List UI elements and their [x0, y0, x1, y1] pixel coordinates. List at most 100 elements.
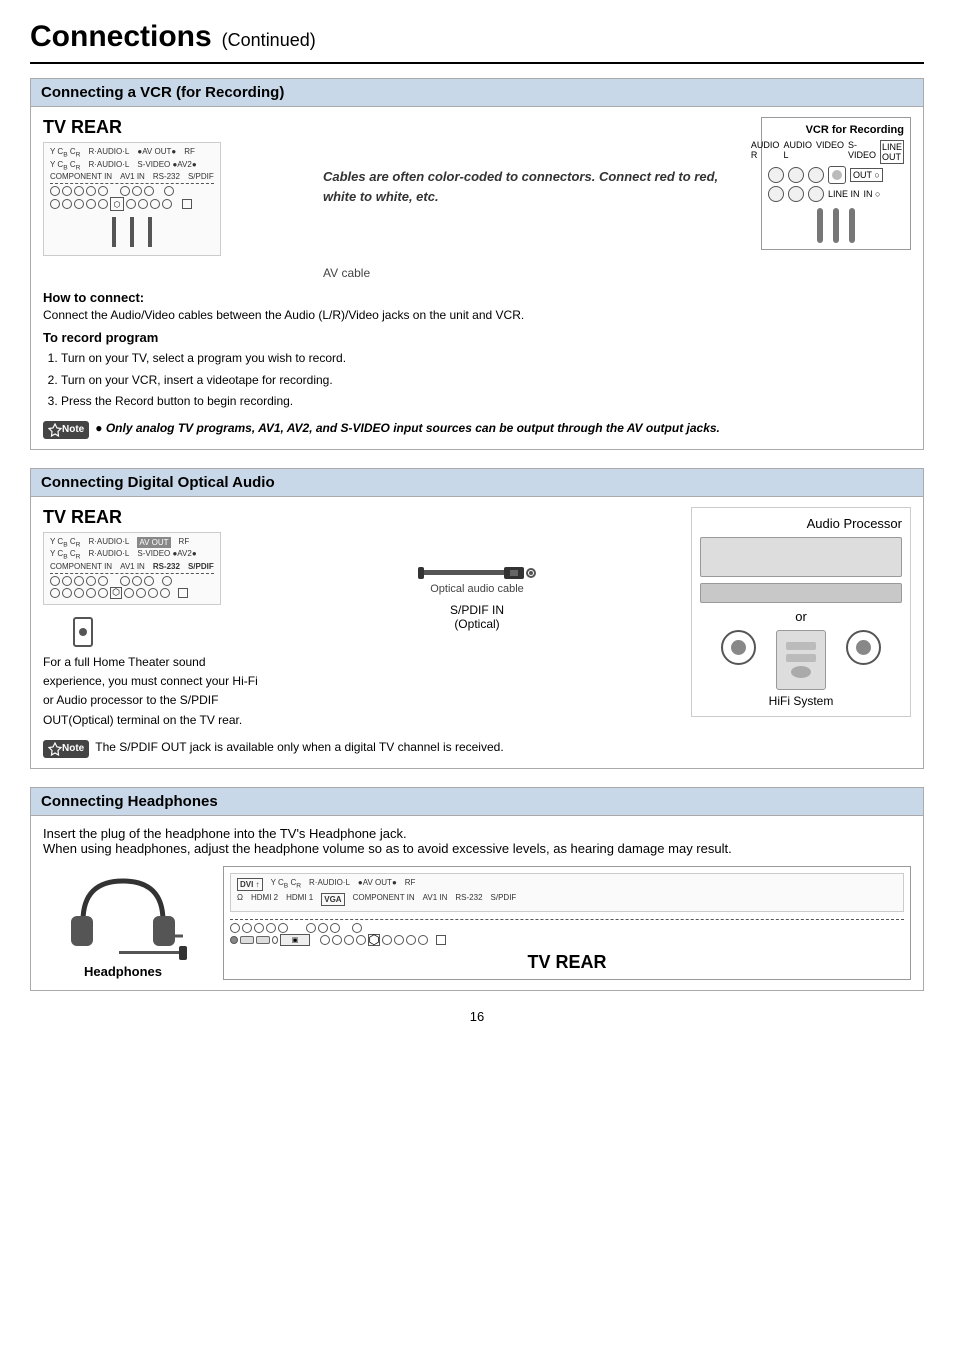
mini-connector	[320, 935, 330, 945]
mini-connector	[86, 576, 96, 586]
optical-diagram: TV REAR Y CB CR R·AUDIO·L AV OUT RF Y CB…	[43, 507, 911, 730]
mini-connector	[162, 576, 172, 586]
hifi-center-unit	[776, 630, 826, 690]
or-label: or	[700, 609, 902, 624]
color-code-text: Cables are often color-coded to connecto…	[323, 137, 741, 206]
optical-note-symbol-icon	[48, 742, 62, 756]
mini-connector	[98, 199, 108, 209]
mini-connector	[86, 588, 96, 598]
to-record-step-2: Turn on your VCR, insert a videotape for…	[61, 370, 911, 392]
optical-center: Optical audio cable S/PDIF IN (Optical)	[279, 507, 675, 631]
optical-tv-rear-label: TV REAR	[43, 507, 263, 528]
vcr-diagram: TV REAR Y CB CR R·AUDIO·L ●AV OUT● RF Y …	[43, 117, 911, 280]
mini-connector	[98, 588, 108, 598]
vcr-recording-title: VCR for Recording	[768, 124, 904, 136]
mini-connector	[62, 186, 72, 196]
speaker-left	[721, 630, 756, 665]
mini-connector	[150, 199, 160, 209]
note-symbol-icon	[48, 423, 62, 437]
tv-rear-hp-box: DVI ↑ Y CB CR R·AUDIO·L ●AV OUT● RF Ω HD…	[223, 866, 911, 980]
mini-connector	[352, 923, 362, 933]
vcr-cable-wire	[817, 208, 823, 243]
spdif-label: S/PDIF IN (Optical)	[450, 603, 504, 631]
page-number: 16	[30, 1009, 924, 1024]
cable-wire	[130, 217, 134, 247]
mini-connector	[306, 923, 316, 933]
page-title: Connections (Continued)	[30, 20, 924, 64]
vcr-section-header: Connecting a VCR (for Recording)	[31, 79, 923, 107]
headphones-instruction1: Insert the plug of the headphone into th…	[43, 826, 911, 841]
speakers	[700, 630, 902, 690]
mini-connector	[138, 199, 148, 209]
mini-connector	[74, 199, 84, 209]
cable-wire	[112, 217, 116, 247]
optical-note: Note The S/PDIF OUT jack is available on…	[43, 740, 911, 758]
mini-connector	[132, 186, 142, 196]
mini-connector	[50, 576, 60, 586]
optical-right: Audio Processor or	[691, 507, 911, 717]
mini-connector	[162, 199, 172, 209]
mini-connector	[144, 576, 154, 586]
how-to-connect-heading: How to connect:	[43, 290, 911, 305]
mini-connector	[132, 576, 142, 586]
optical-out-port	[73, 617, 263, 647]
optical-cable-visual	[418, 567, 536, 579]
mini-connector	[160, 588, 170, 598]
mini-connector	[74, 588, 84, 598]
mini-connector	[124, 588, 134, 598]
mini-connector	[98, 186, 108, 196]
vcr-cable-wire	[833, 208, 839, 243]
mini-connector	[418, 935, 428, 945]
headphones-diagram: Headphones DVI ↑ Y CB CR R·AUDIO·L ●AV O…	[43, 866, 911, 980]
mini-connector	[164, 186, 174, 196]
mini-connector	[50, 186, 60, 196]
mini-connector	[98, 576, 108, 586]
tv-rear-connectors: Y CB CR R·AUDIO·L ●AV OUT● RF Y CB CR R·…	[43, 142, 221, 256]
mini-connector	[278, 923, 288, 933]
headphones-section: Connecting Headphones Insert the plug of…	[30, 787, 924, 991]
mini-connector	[120, 186, 130, 196]
tv-rear-hp-label: TV REAR	[230, 952, 904, 973]
mini-connector	[136, 588, 146, 598]
mini-connector	[344, 935, 354, 945]
vcr-section: Connecting a VCR (for Recording) TV REAR…	[30, 78, 924, 450]
mini-connector	[382, 935, 392, 945]
mini-connector	[86, 186, 96, 196]
optical-section: Connecting Digital Optical Audio TV REAR…	[30, 468, 924, 769]
mini-connector	[266, 923, 276, 933]
mini-connector	[62, 588, 72, 598]
optical-description: For a full Home Theater sound experience…	[43, 653, 263, 730]
headphones-icon	[63, 866, 183, 956]
mini-connector	[318, 923, 328, 933]
mini-connector	[50, 588, 60, 598]
mini-connector-square	[182, 199, 192, 209]
mini-connector	[332, 935, 342, 945]
vcr-connector	[788, 186, 804, 202]
optical-left: TV REAR Y CB CR R·AUDIO·L AV OUT RF Y CB…	[43, 507, 263, 730]
tv-rear-label: TV REAR	[43, 117, 303, 138]
how-to-connect: How to connect: Connect the Audio/Video …	[43, 290, 911, 322]
mini-connector	[86, 199, 96, 209]
mini-connector	[356, 935, 366, 945]
mini-connector	[330, 923, 340, 933]
processor-box	[700, 537, 902, 577]
to-record-step-3: Press the Record button to begin recordi…	[61, 391, 911, 413]
headphone-plug	[179, 946, 187, 960]
speaker-right	[846, 630, 881, 665]
headphones-section-header: Connecting Headphones	[31, 788, 923, 816]
vcr-connector	[828, 166, 846, 184]
vcr-cable-wire	[849, 208, 855, 243]
mini-connector	[62, 199, 72, 209]
mini-connector	[126, 199, 136, 209]
mini-connector	[50, 199, 60, 209]
optical-note-icon: Note	[43, 740, 89, 758]
mini-connector-square	[178, 588, 188, 598]
to-record-program: To record program Turn on your TV, selec…	[43, 330, 911, 413]
vcr-connector	[768, 186, 784, 202]
processor-box-2	[700, 583, 902, 603]
optical-tv-rear-connectors: Y CB CR R·AUDIO·L AV OUT RF Y CB CR R·AU…	[43, 532, 221, 605]
optical-section-header: Connecting Digital Optical Audio	[31, 469, 923, 497]
mini-connector	[120, 576, 130, 586]
mini-connector-square	[436, 935, 446, 945]
headphone-icon-area: Headphones	[43, 866, 203, 979]
